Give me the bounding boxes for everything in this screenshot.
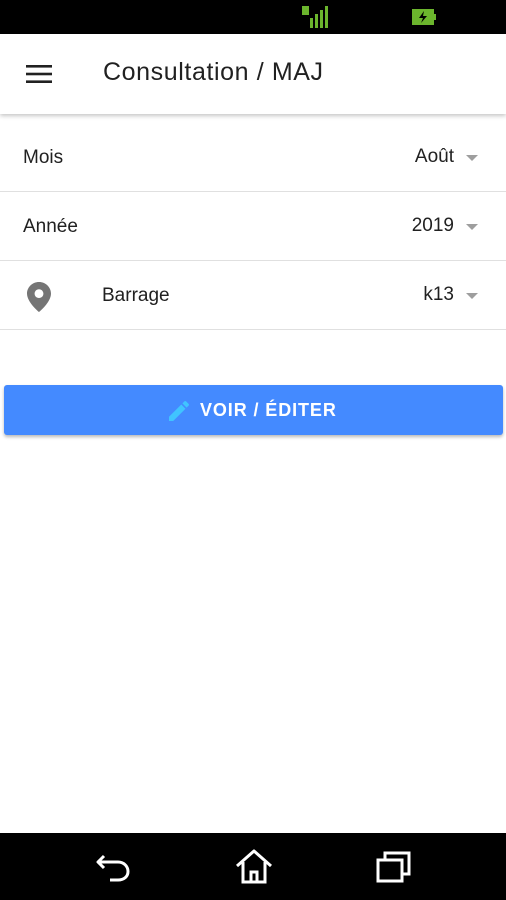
recent-apps-button[interactable] (374, 849, 414, 885)
app-bar: Consultation / MAJ (0, 34, 506, 114)
home-button[interactable] (234, 849, 274, 885)
dropdown-arrow-icon (466, 155, 478, 161)
pencil-icon (169, 401, 189, 426)
month-label: Mois (23, 147, 64, 168)
menu-button[interactable] (18, 56, 62, 92)
status-bar (0, 0, 506, 34)
signal-icon (302, 6, 328, 33)
year-selector[interactable]: Année 2019 (0, 193, 506, 261)
year-label: Année (23, 216, 78, 237)
recent-apps-icon (376, 851, 411, 883)
hamburger-menu-icon (26, 65, 52, 83)
page-title: Consultation / MAJ (103, 58, 324, 86)
back-button[interactable] (94, 849, 134, 885)
battery-charging-icon (412, 9, 436, 30)
view-edit-button[interactable]: VOIR / ÉDITER (4, 385, 503, 435)
view-edit-label: VOIR / ÉDITER (200, 400, 337, 420)
dam-selector[interactable]: Barrage k13 (0, 262, 506, 330)
home-icon (236, 849, 272, 884)
month-selector[interactable]: Mois Août (0, 124, 506, 192)
dropdown-arrow-icon (466, 293, 478, 299)
dropdown-arrow-icon (466, 224, 478, 230)
location-pin-icon (27, 282, 51, 317)
dam-value: k13 (423, 284, 454, 305)
dam-label: Barrage (102, 285, 170, 306)
back-icon (96, 854, 130, 882)
month-value: Août (414, 146, 454, 167)
year-value: 2019 (411, 215, 454, 236)
navigation-bar (0, 833, 506, 900)
